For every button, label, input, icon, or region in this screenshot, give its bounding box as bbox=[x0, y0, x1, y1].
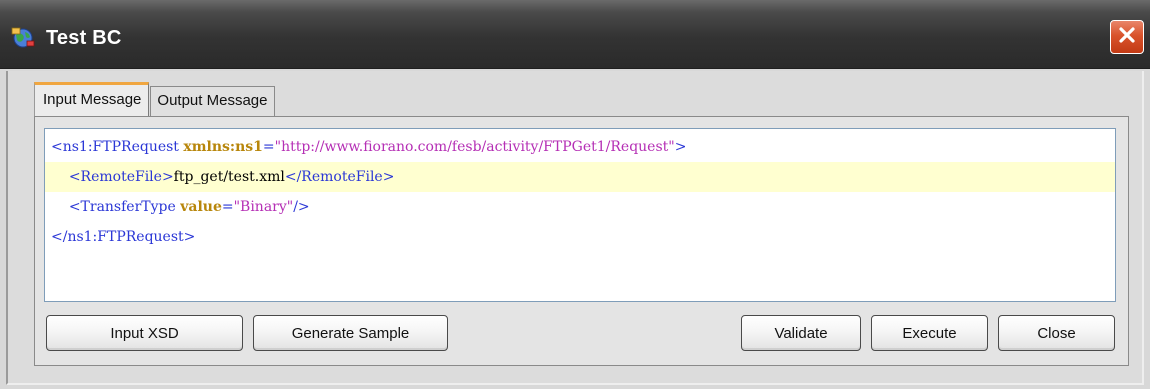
code-line: <TransferType value="Binary"/> bbox=[45, 192, 1115, 222]
code-token: /> bbox=[293, 199, 310, 215]
code-token: <TransferType bbox=[68, 199, 181, 215]
code-token: = bbox=[221, 199, 234, 215]
validate-button[interactable]: Validate bbox=[741, 315, 861, 351]
code-line: </ns1:FTPRequest> bbox=[45, 222, 1115, 252]
input-xsd-button[interactable]: Input XSD bbox=[46, 315, 243, 351]
close-icon bbox=[1116, 24, 1138, 50]
code-token: value bbox=[180, 199, 222, 215]
close-window-button[interactable] bbox=[1110, 20, 1144, 54]
execute-button[interactable]: Execute bbox=[871, 315, 988, 351]
code-token: xmlns:ns1 bbox=[183, 139, 263, 155]
code-token: = bbox=[262, 139, 275, 155]
tab-input-message[interactable]: Input Message bbox=[34, 82, 150, 116]
code-token: </RemoteFile> bbox=[284, 169, 395, 185]
window-title: Test BC bbox=[46, 27, 122, 49]
code-token: > bbox=[674, 139, 687, 155]
code-line: <ns1:FTPRequest xmlns:ns1="http://www.fi… bbox=[45, 132, 1115, 162]
code-line: <RemoteFile>ftp_get/test.xml</RemoteFile… bbox=[45, 162, 1115, 192]
message-tabs: Input Message Output Message bbox=[34, 80, 276, 116]
code-token: ftp_get/test.xml bbox=[173, 169, 285, 185]
test-bc-dialog: Test BC Input Message Output Message <ns… bbox=[0, 0, 1150, 389]
generate-sample-button[interactable]: Generate Sample bbox=[253, 315, 448, 351]
close-button[interactable]: Close bbox=[998, 315, 1115, 351]
xml-editor[interactable]: <ns1:FTPRequest xmlns:ns1="http://www.fi… bbox=[44, 128, 1116, 302]
code-token: "Binary" bbox=[233, 199, 294, 215]
code-token: "http://www.fiorano.com/fesb/activity/FT… bbox=[274, 139, 675, 155]
tab-output-message[interactable]: Output Message bbox=[150, 86, 276, 116]
title-bar[interactable]: Test BC bbox=[0, 0, 1150, 69]
code-token: </ns1:FTPRequest> bbox=[51, 229, 196, 245]
code-token: <RemoteFile> bbox=[68, 169, 174, 185]
code-token: <ns1:FTPRequest bbox=[51, 139, 184, 155]
app-globe-icon bbox=[10, 26, 36, 48]
